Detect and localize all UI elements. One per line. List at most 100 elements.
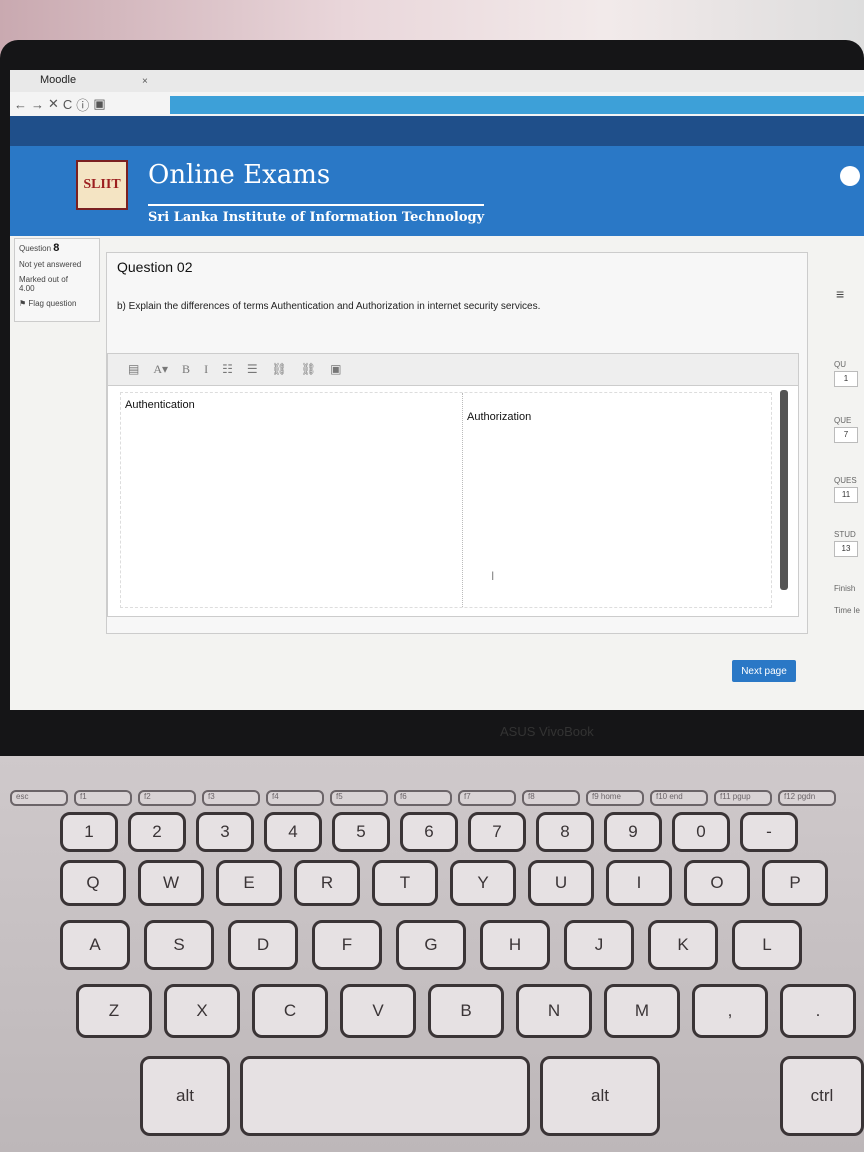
- site-header: SLIIT Online Exams Sri Lanka Institute o…: [10, 146, 864, 236]
- fn-key[interactable]: f9 home: [586, 790, 644, 806]
- key-alt[interactable]: alt: [540, 1056, 660, 1136]
- question-status: Not yet answered: [19, 260, 82, 269]
- fn-key[interactable]: f10 end: [650, 790, 708, 806]
- italic-button[interactable]: I: [204, 362, 208, 377]
- stop-icon[interactable]: ✕: [48, 96, 59, 112]
- browser-tab-moodle[interactable]: Moodle: [40, 74, 76, 86]
- key-.[interactable]: .: [780, 984, 856, 1038]
- key-Q[interactable]: Q: [60, 860, 126, 906]
- answer-table[interactable]: Authentication Authorization I: [120, 392, 772, 608]
- fn-key[interactable]: f6: [394, 790, 452, 806]
- key-E[interactable]: E: [216, 860, 282, 906]
- key-T[interactable]: T: [372, 860, 438, 906]
- info-icon[interactable]: ⓘ: [76, 95, 89, 114]
- key-K[interactable]: K: [648, 920, 718, 970]
- key-alt[interactable]: alt: [140, 1056, 230, 1136]
- key-space[interactable]: [240, 1056, 530, 1136]
- menu-icon[interactable]: ≡: [836, 286, 844, 302]
- key-H[interactable]: H: [480, 920, 550, 970]
- page-icon[interactable]: ▣: [93, 96, 105, 112]
- user-avatar[interactable]: [840, 166, 860, 186]
- tab-bar: Moodle ×: [10, 70, 864, 92]
- key-S[interactable]: S: [144, 920, 214, 970]
- nav-item-3[interactable]: QUES 11: [834, 476, 858, 503]
- fn-key[interactable]: f2: [138, 790, 196, 806]
- key-5[interactable]: 5: [332, 812, 390, 852]
- nav-item-2[interactable]: QUE 7: [834, 416, 858, 443]
- link-icon[interactable]: ⛓: [272, 362, 287, 377]
- key-ctrl[interactable]: ctrl: [780, 1056, 864, 1136]
- key-7[interactable]: 7: [468, 812, 526, 852]
- back-arrow-icon[interactable]: ←: [14, 97, 27, 112]
- fn-key[interactable]: f3: [202, 790, 260, 806]
- fn-key[interactable]: f8: [522, 790, 580, 806]
- forward-arrow-icon[interactable]: →: [31, 97, 44, 112]
- nav-item-number: 1: [834, 371, 858, 387]
- key-F[interactable]: F: [312, 920, 382, 970]
- column-header-authentication: Authentication: [125, 399, 195, 411]
- fn-key[interactable]: f7: [458, 790, 516, 806]
- key-0[interactable]: 0: [672, 812, 730, 852]
- key-9[interactable]: 9: [604, 812, 662, 852]
- quiz-navigation: ≡ QU 1 QUE 7 QUES 11 STUD 13 Finish Time…: [830, 280, 864, 640]
- nav-item-label: STUD: [834, 530, 856, 539]
- table-column-authentication[interactable]: Authentication: [121, 393, 463, 607]
- key-A[interactable]: A: [60, 920, 130, 970]
- key-1[interactable]: 1: [60, 812, 118, 852]
- ordered-list-icon[interactable]: ☰: [247, 362, 258, 377]
- key-6[interactable]: 6: [400, 812, 458, 852]
- key-Y[interactable]: Y: [450, 860, 516, 906]
- answer-editor[interactable]: ▤ A▾ B I ☷ ☰ ⛓ ⛓ ▣ Authentication Author…: [107, 353, 799, 617]
- key-,[interactable]: ,: [692, 984, 768, 1038]
- fn-key[interactable]: f1: [74, 790, 132, 806]
- key-3[interactable]: 3: [196, 812, 254, 852]
- key-J[interactable]: J: [564, 920, 634, 970]
- finish-attempt-link[interactable]: Finish: [834, 584, 855, 593]
- key-Z[interactable]: Z: [76, 984, 152, 1038]
- key--[interactable]: -: [740, 812, 798, 852]
- key-B[interactable]: B: [428, 984, 504, 1038]
- flag-question-link[interactable]: ⚑ Flag question: [19, 299, 95, 308]
- fn-key[interactable]: f12 pgdn: [778, 790, 836, 806]
- reload-icon[interactable]: C: [63, 97, 72, 112]
- address-bar[interactable]: [170, 96, 864, 114]
- key-O[interactable]: O: [684, 860, 750, 906]
- key-8[interactable]: 8: [536, 812, 594, 852]
- nav-item-4[interactable]: STUD 13: [834, 530, 858, 557]
- key-V[interactable]: V: [340, 984, 416, 1038]
- key-2[interactable]: 2: [128, 812, 186, 852]
- key-U[interactable]: U: [528, 860, 594, 906]
- fn-key[interactable]: f11 pgup: [714, 790, 772, 806]
- key-X[interactable]: X: [164, 984, 240, 1038]
- key-N[interactable]: N: [516, 984, 592, 1038]
- editor-scrollbar[interactable]: [780, 390, 788, 590]
- image-icon[interactable]: ▣: [330, 362, 341, 377]
- key-P[interactable]: P: [762, 860, 828, 906]
- toolbar-toggle-icon[interactable]: ▤: [128, 362, 139, 377]
- key-M[interactable]: M: [604, 984, 680, 1038]
- key-R[interactable]: R: [294, 860, 360, 906]
- question-number: 8: [53, 242, 60, 254]
- sliit-logo: SLIIT: [76, 160, 128, 210]
- question-heading: Question 02: [117, 259, 193, 275]
- fn-key[interactable]: f5: [330, 790, 388, 806]
- unordered-list-icon[interactable]: ☷: [222, 362, 233, 377]
- marked-label: Marked out of: [19, 275, 68, 284]
- unlink-icon[interactable]: ⛓: [301, 362, 316, 377]
- fn-key[interactable]: f4: [266, 790, 324, 806]
- table-column-authorization[interactable]: Authorization: [463, 393, 771, 607]
- tab-close-icon[interactable]: ×: [142, 76, 148, 87]
- key-D[interactable]: D: [228, 920, 298, 970]
- key-L[interactable]: L: [732, 920, 802, 970]
- next-page-button[interactable]: Next page: [732, 660, 796, 682]
- key-W[interactable]: W: [138, 860, 204, 906]
- nav-item-1[interactable]: QU 1: [834, 360, 858, 387]
- key-I[interactable]: I: [606, 860, 672, 906]
- question-content: Question 02 b) Explain the differences o…: [106, 252, 808, 634]
- key-4[interactable]: 4: [264, 812, 322, 852]
- paragraph-style-button[interactable]: A▾: [153, 362, 168, 377]
- bold-button[interactable]: B: [182, 362, 190, 377]
- fn-key[interactable]: esc: [10, 790, 68, 806]
- key-C[interactable]: C: [252, 984, 328, 1038]
- key-G[interactable]: G: [396, 920, 466, 970]
